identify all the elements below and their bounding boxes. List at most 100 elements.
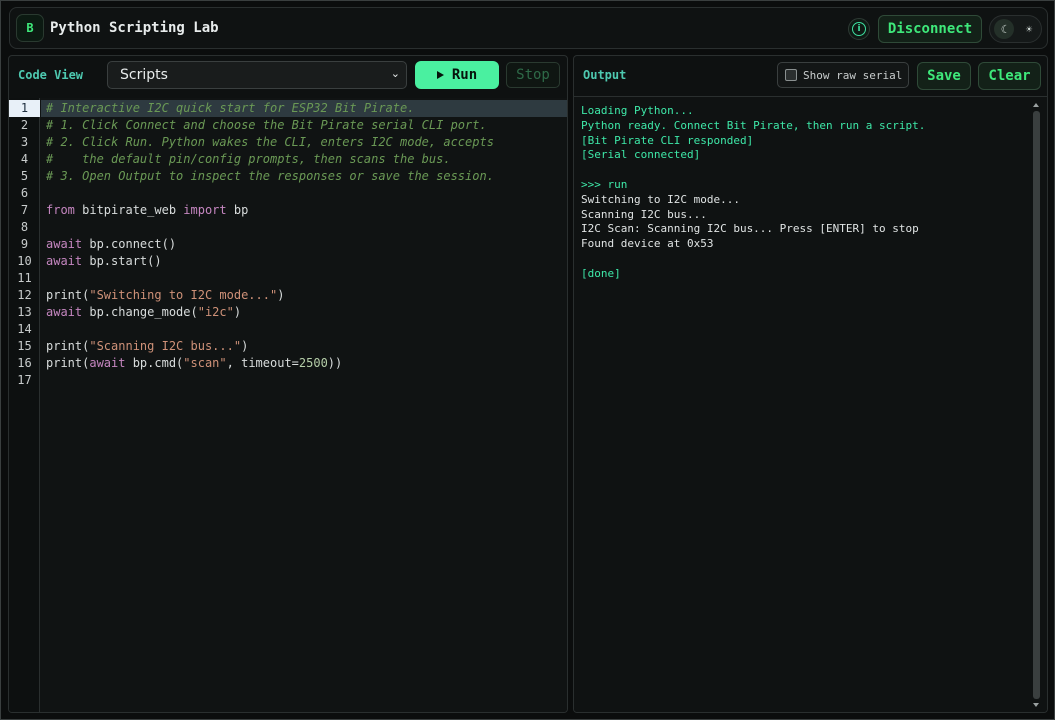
code-token: await — [46, 237, 83, 251]
code-text: await bp.start() — [41, 253, 567, 270]
code-token: # 2. Click Run. Python wakes the CLI, en… — [46, 135, 494, 149]
code-line[interactable]: 12 print("Switching to I2C mode...") — [9, 287, 567, 304]
code-line[interactable]: 7 from bitpirate_web import bp — [9, 202, 567, 219]
output-line: Loading Python... — [581, 104, 694, 117]
code-text: # 1. Click Connect and choose the Bit Pi… — [41, 117, 567, 134]
code-token: print( — [46, 356, 90, 370]
code-line[interactable]: 5 # 3. Open Output to inspect the respons… — [9, 168, 567, 185]
code-line[interactable]: 13 await bp.change_mode("i2c") — [9, 304, 567, 321]
code-line[interactable]: 10 await bp.start() — [9, 253, 567, 270]
code-token: # the default pin/config prompts, then s… — [46, 152, 451, 166]
code-token: "i2c" — [197, 305, 234, 319]
theme-toggle[interactable]: ☾ ☀ — [989, 15, 1042, 43]
code-token: bp.connect() — [82, 237, 177, 251]
code-token: "Scanning I2C bus..." — [89, 339, 242, 353]
output-line: [Serial connected] — [581, 148, 701, 162]
code-line[interactable]: 16 print(await bp.cmd("scan", timeout=250… — [9, 355, 567, 372]
code-token: bp.cmd( — [125, 356, 184, 370]
line-number: 16 — [17, 356, 32, 370]
play-icon — [436, 71, 444, 79]
code-text: print("Switching to I2C mode...") — [41, 287, 567, 304]
line-number: 17 — [17, 373, 32, 387]
line-number: 8 — [20, 220, 29, 234]
code-text: # 2. Click Run. Python wakes the CLI, en… — [41, 134, 567, 151]
show-raw-serial-toggle[interactable]: Show raw serial — [777, 62, 909, 88]
line-number: 3 — [20, 135, 29, 149]
code-token: import — [183, 203, 227, 217]
output-scrollbar[interactable] — [1032, 103, 1041, 707]
code-text: # the default pin/config prompts, then s… — [41, 151, 567, 168]
code-line[interactable]: 11 — [9, 270, 567, 287]
output-line: Scanning I2C bus... — [581, 207, 707, 221]
code-line[interactable]: 1 # Interactive I2C quick start for ESP32… — [9, 100, 567, 117]
code-text: await bp.change_mode("i2c") — [41, 304, 567, 321]
code-text: # Interactive I2C quick start for ESP32 … — [41, 100, 567, 117]
code-token: bitpirate_web — [74, 203, 184, 217]
output-label: Output — [583, 68, 627, 82]
code-view-label: Code View — [18, 68, 84, 82]
code-line[interactable]: 2 # 1. Click Connect and choose the Bit P… — [9, 117, 567, 134]
code-token: "Switching to I2C mode..." — [89, 288, 278, 302]
code-token: # 1. Click Connect and choose the Bit Pi… — [46, 118, 487, 132]
app-logo: B — [16, 14, 44, 42]
code-editor[interactable]: 1 # Interactive I2C quick start for ESP32… — [9, 98, 567, 712]
line-number: 11 — [17, 271, 32, 285]
scrollbar-thumb[interactable] — [1033, 111, 1040, 699]
app-window: B Python Scripting Lab i Disconnect ☾ ☀ … — [0, 0, 1055, 720]
code-line[interactable]: 17 — [9, 372, 567, 389]
sun-icon[interactable]: ☀ — [1020, 20, 1038, 38]
code-text: from bitpirate_web import bp — [41, 202, 567, 219]
code-token: bp.start() — [82, 254, 162, 268]
code-line[interactable]: 4 # the default pin/config prompts, then … — [9, 151, 567, 168]
output-panel: Output Show raw serial Save Clear Loadin… — [573, 55, 1048, 713]
code-token: print( — [46, 339, 90, 353]
code-token: ) — [277, 288, 285, 302]
info-button[interactable]: i — [848, 18, 870, 40]
line-number: 12 — [17, 288, 32, 302]
output-line: Python ready. Connect Bit Pirate, then r… — [581, 118, 926, 132]
run-button[interactable]: Run — [415, 61, 499, 89]
code-token: await — [46, 305, 83, 319]
code-text: print("Scanning I2C bus...") — [41, 338, 567, 355]
code-text: # 3. Open Output to inspect the response… — [41, 168, 567, 185]
line-number: 15 — [17, 339, 32, 353]
disconnect-button[interactable]: Disconnect — [878, 15, 982, 43]
output-line: Switching to I2C mode... — [581, 192, 740, 206]
raw-serial-checkbox[interactable] — [785, 69, 797, 81]
scripts-select[interactable]: Scripts ⌄ — [107, 61, 407, 89]
code-text: await bp.connect() — [41, 236, 567, 253]
code-token: 2500 — [298, 356, 328, 370]
code-token: "scan" — [183, 356, 227, 370]
output-line: Found device at 0x53 — [581, 237, 714, 251]
clear-button[interactable]: Clear — [978, 62, 1041, 90]
line-number: 2 — [20, 118, 29, 132]
code-line[interactable]: 14 — [9, 321, 567, 338]
code-line[interactable]: 15 print("Scanning I2C bus...") — [9, 338, 567, 355]
line-number: 13 — [17, 305, 32, 319]
code-line[interactable]: 3 # 2. Click Run. Python wakes the CLI, e… — [9, 134, 567, 151]
code-token: , timeout= — [226, 356, 299, 370]
scripts-select-value: Scripts — [120, 67, 168, 83]
chevron-down-icon: ⌄ — [390, 67, 400, 80]
run-button-label: Run — [451, 67, 478, 83]
output-line: I2C Scan: Scanning I2C bus... Press [ENT… — [581, 222, 919, 236]
code-token: print( — [46, 288, 90, 302]
output-console: Loading Python... Python ready. Connect B… — [574, 96, 1047, 712]
scroll-down-arrow-icon[interactable] — [1033, 703, 1039, 707]
code-token: await — [89, 356, 126, 370]
code-token: from — [46, 203, 75, 217]
line-number: 9 — [20, 237, 29, 251]
code-line[interactable]: 8 — [9, 219, 567, 236]
save-button[interactable]: Save — [917, 62, 971, 90]
line-number: 1 — [9, 100, 40, 117]
info-icon: i — [852, 22, 866, 36]
code-token: bp.change_mode( — [82, 305, 198, 319]
code-line[interactable]: 9 await bp.connect() — [9, 236, 567, 253]
code-token: )) — [327, 356, 343, 370]
scroll-up-arrow-icon[interactable] — [1033, 103, 1039, 107]
line-number: 5 — [20, 169, 29, 183]
moon-icon[interactable]: ☾ — [994, 19, 1014, 39]
line-number: 6 — [20, 186, 29, 200]
stop-button[interactable]: Stop — [506, 62, 560, 88]
code-line[interactable]: 6 — [9, 185, 567, 202]
